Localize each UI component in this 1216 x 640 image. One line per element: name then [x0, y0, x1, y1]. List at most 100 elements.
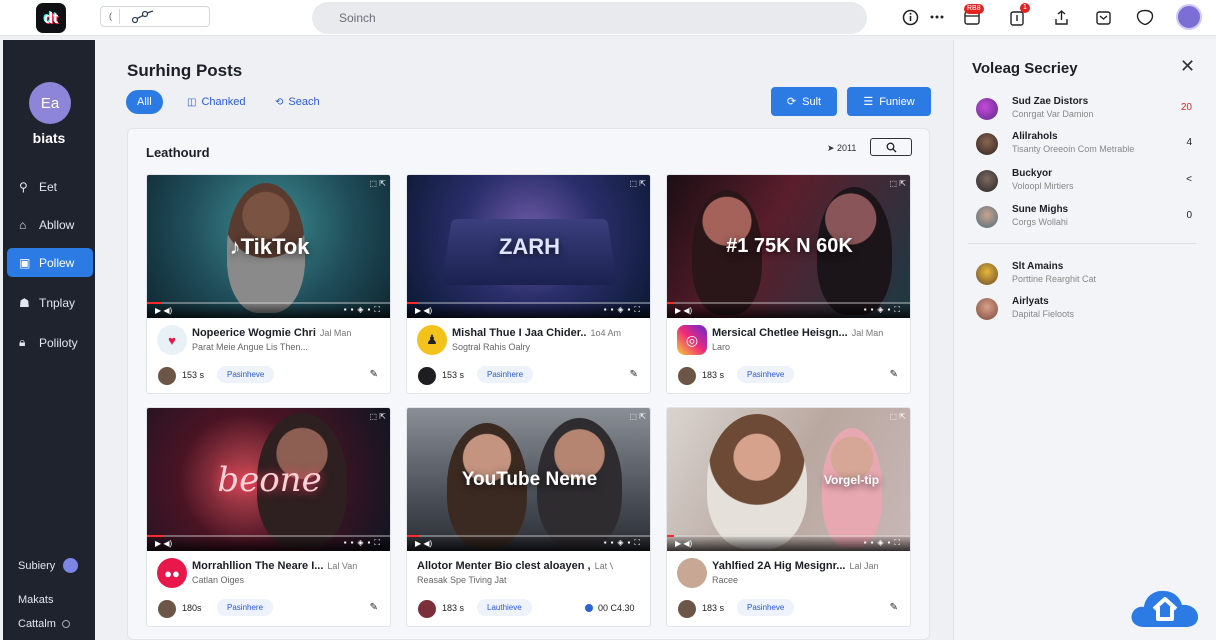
channel-avatar[interactable]: [677, 558, 707, 588]
play-icon[interactable]: ▶ ◀): [415, 539, 432, 548]
video-card[interactable]: ZARH ⬚ ⇱ ▶ ◀) ▪▪◈▪⛶ ♟ Mishal Thue I Jaa …: [406, 174, 651, 394]
fullscreen-icon[interactable]: ⬚ ⇱: [890, 179, 906, 188]
player-icons[interactable]: ▪▪◈▪⛶: [344, 538, 384, 548]
video-thumbnail[interactable]: ZARH ⬚ ⇱ ▶ ◀) ▪▪◈▪⛶: [407, 175, 650, 318]
fullscreen-icon[interactable]: ⬚ ⇱: [630, 179, 646, 188]
app-logo[interactable]: dt: [36, 3, 66, 33]
edit-icon[interactable]: ✎: [890, 369, 898, 380]
address-box[interactable]: (: [100, 6, 210, 27]
list-item[interactable]: Slt Amains Porttine Rearghit Cat: [976, 261, 1196, 291]
list-item-name: Sune Mighs: [1012, 204, 1069, 215]
sidebar-bottom-makats[interactable]: Makats: [18, 594, 53, 606]
card-title[interactable]: Morrahllion The Neare I... Lal Van: [192, 560, 388, 572]
progress-bar[interactable]: [147, 302, 390, 304]
list-item[interactable]: Alilrahols Tisanty Oreeoin Com Metrable …: [976, 131, 1196, 161]
player-icons[interactable]: ▪▪◈▪⛶: [344, 305, 384, 315]
upload-icon[interactable]: [1050, 6, 1072, 28]
instagram-icon[interactable]: ◎: [677, 325, 707, 355]
inbox-icon[interactable]: [1092, 6, 1114, 28]
info-icon[interactable]: [899, 6, 921, 28]
channel-avatar[interactable]: ♟: [417, 325, 447, 355]
list-item[interactable]: Airlyats Dapital Fieloots: [976, 296, 1196, 326]
progress-fill: [147, 535, 165, 537]
card-tag[interactable]: Pasinhere: [217, 599, 274, 616]
channel-avatar[interactable]: ●●: [157, 558, 187, 588]
card-title[interactable]: Mishal Thue I Jaa Chider.. 1o4 Am: [452, 327, 648, 339]
fullscreen-icon[interactable]: ⬚ ⇱: [370, 179, 386, 188]
button-label: Funiew: [879, 95, 915, 108]
author-avatar[interactable]: [418, 367, 436, 385]
user-avatar[interactable]: [1176, 4, 1202, 30]
author-avatar[interactable]: [158, 600, 176, 618]
card-tag[interactable]: Pasinheve: [217, 366, 275, 383]
filter-chanked[interactable]: ◫ Chanked: [176, 90, 257, 114]
fullscreen-icon[interactable]: ⬚ ⇱: [630, 412, 646, 421]
card-tag[interactable]: Lauthieve: [477, 599, 532, 616]
card-tag[interactable]: Pasinheve: [737, 599, 795, 616]
card-title[interactable]: Nopeerice Wogmie Chri Jal Man: [192, 327, 388, 339]
video-thumbnail[interactable]: #1 75K N 60K ⬚ ⇱ ▶ ◀) ▪▪◈▪⛶: [667, 175, 910, 318]
play-icon[interactable]: ▶ ◀): [675, 539, 692, 548]
edit-icon[interactable]: ✎: [370, 602, 378, 613]
play-icon[interactable]: ▶ ◀): [155, 306, 172, 315]
more-icon[interactable]: [926, 6, 948, 28]
progress-bar[interactable]: [407, 535, 650, 537]
close-icon[interactable]: ✕: [1180, 56, 1195, 77]
author-avatar[interactable]: [678, 600, 696, 618]
video-card[interactable]: ♪ TikTok ⬚ ⇱ ▶ ◀) ▪▪◈▪⛶ ♥ Nopeerice Wogmi…: [146, 174, 391, 394]
edit-icon[interactable]: ✎: [890, 602, 898, 613]
sidebar-item-poliloty[interactable]: 🔒︎ Poliloty: [7, 328, 93, 357]
sort-button[interactable]: ⟳ Sult: [771, 87, 837, 116]
player-icons[interactable]: ▪▪◈▪⛶: [864, 538, 904, 548]
progress-bar[interactable]: [407, 302, 650, 304]
shield-icon[interactable]: [1134, 6, 1156, 28]
fullscreen-icon[interactable]: ⬚ ⇱: [890, 412, 906, 421]
play-icon[interactable]: ▶ ◀): [675, 306, 692, 315]
author-avatar[interactable]: [158, 367, 176, 385]
card-subtitle: Laro: [712, 342, 731, 352]
edit-icon[interactable]: ✎: [370, 369, 378, 380]
filter-all[interactable]: Alll: [126, 90, 163, 114]
card-title[interactable]: Mersical Chetlee Heisgn... Jal Man: [712, 327, 908, 339]
progress-bar[interactable]: [667, 302, 910, 304]
video-card[interactable]: beone ⬚ ⇱ ▶ ◀) ▪▪◈▪⛶ ●● Morrahllion The …: [146, 407, 391, 627]
play-icon[interactable]: ▶ ◀): [155, 539, 172, 548]
channel-avatar[interactable]: ♥: [157, 325, 187, 355]
progress-bar[interactable]: [147, 535, 390, 537]
sidebar-bottom-cattalm[interactable]: Cattalm: [18, 618, 70, 630]
author-avatar[interactable]: [418, 600, 436, 618]
video-card[interactable]: #1 75K N 60K ⬚ ⇱ ▶ ◀) ▪▪◈▪⛶ ◎ Mersical C…: [666, 174, 911, 394]
list-item[interactable]: Sud Zae Distors Conrgat Var Damion 20: [976, 96, 1196, 126]
video-card[interactable]: Vorgel-tip ⬚ ⇱ ▶ ◀) ▪▪◈▪⛶ Yahlfied 2A Hi…: [666, 407, 911, 627]
video-thumbnail[interactable]: beone ⬚ ⇱ ▶ ◀) ▪▪◈▪⛶: [147, 408, 390, 551]
card-title[interactable]: Yahlfied 2A Hig Mesignr... Lal Jan: [712, 560, 908, 572]
player-icons[interactable]: ▪▪◈▪⛶: [604, 305, 644, 315]
progress-bar[interactable]: [667, 535, 910, 537]
sidebar-item-pollew[interactable]: ▣ Pollew: [7, 248, 93, 277]
sidebar-item-tnplay[interactable]: ☗ Tnplay: [7, 288, 93, 317]
player-icons[interactable]: ▪▪◈▪⛶: [864, 305, 904, 315]
preview-button[interactable]: ☰ Funiew: [847, 87, 931, 116]
sidebar-item-eet[interactable]: ⚲ Eet: [7, 172, 93, 201]
edit-icon[interactable]: ✎: [630, 369, 638, 380]
fullscreen-icon[interactable]: ⬚ ⇱: [370, 412, 386, 421]
card-title[interactable]: Allotor Menter Bio clest aloayen ,Lat Va…: [417, 560, 613, 572]
video-card[interactable]: YouTube Neme ⬚ ⇱ ▶ ◀) ▪▪◈▪⛶ Allotor Ment…: [406, 407, 651, 627]
list-item[interactable]: Buckyor Voloopl Mirtiers <: [976, 168, 1196, 198]
player-icons[interactable]: ▪▪◈▪⛶: [604, 538, 644, 548]
filter-seach[interactable]: ⟲ Seach: [264, 90, 331, 114]
video-thumbnail[interactable]: Vorgel-tip ⬚ ⇱ ▶ ◀) ▪▪◈▪⛶: [667, 408, 910, 551]
sidebar-item-abllow[interactable]: ⌂ Abllow: [7, 210, 93, 239]
search-input[interactable]: Soinch: [312, 2, 867, 34]
home-cloud-button[interactable]: [1130, 577, 1200, 629]
video-thumbnail[interactable]: ♪ TikTok ⬚ ⇱ ▶ ◀) ▪▪◈▪⛶: [147, 175, 390, 318]
profile-avatar[interactable]: Ea: [29, 82, 71, 124]
list-item[interactable]: Sune Mighs Corgs Wollahi 0: [976, 204, 1196, 234]
sidebar-bottom-subiery[interactable]: Subiery: [18, 558, 79, 573]
panel-search-button[interactable]: [870, 138, 912, 156]
card-tag[interactable]: Pasinhere: [477, 366, 534, 383]
video-thumbnail[interactable]: YouTube Neme ⬚ ⇱ ▶ ◀) ▪▪◈▪⛶: [407, 408, 650, 551]
play-icon[interactable]: ▶ ◀): [415, 306, 432, 315]
author-avatar[interactable]: [678, 367, 696, 385]
card-tag[interactable]: Pasinheve: [737, 366, 795, 383]
